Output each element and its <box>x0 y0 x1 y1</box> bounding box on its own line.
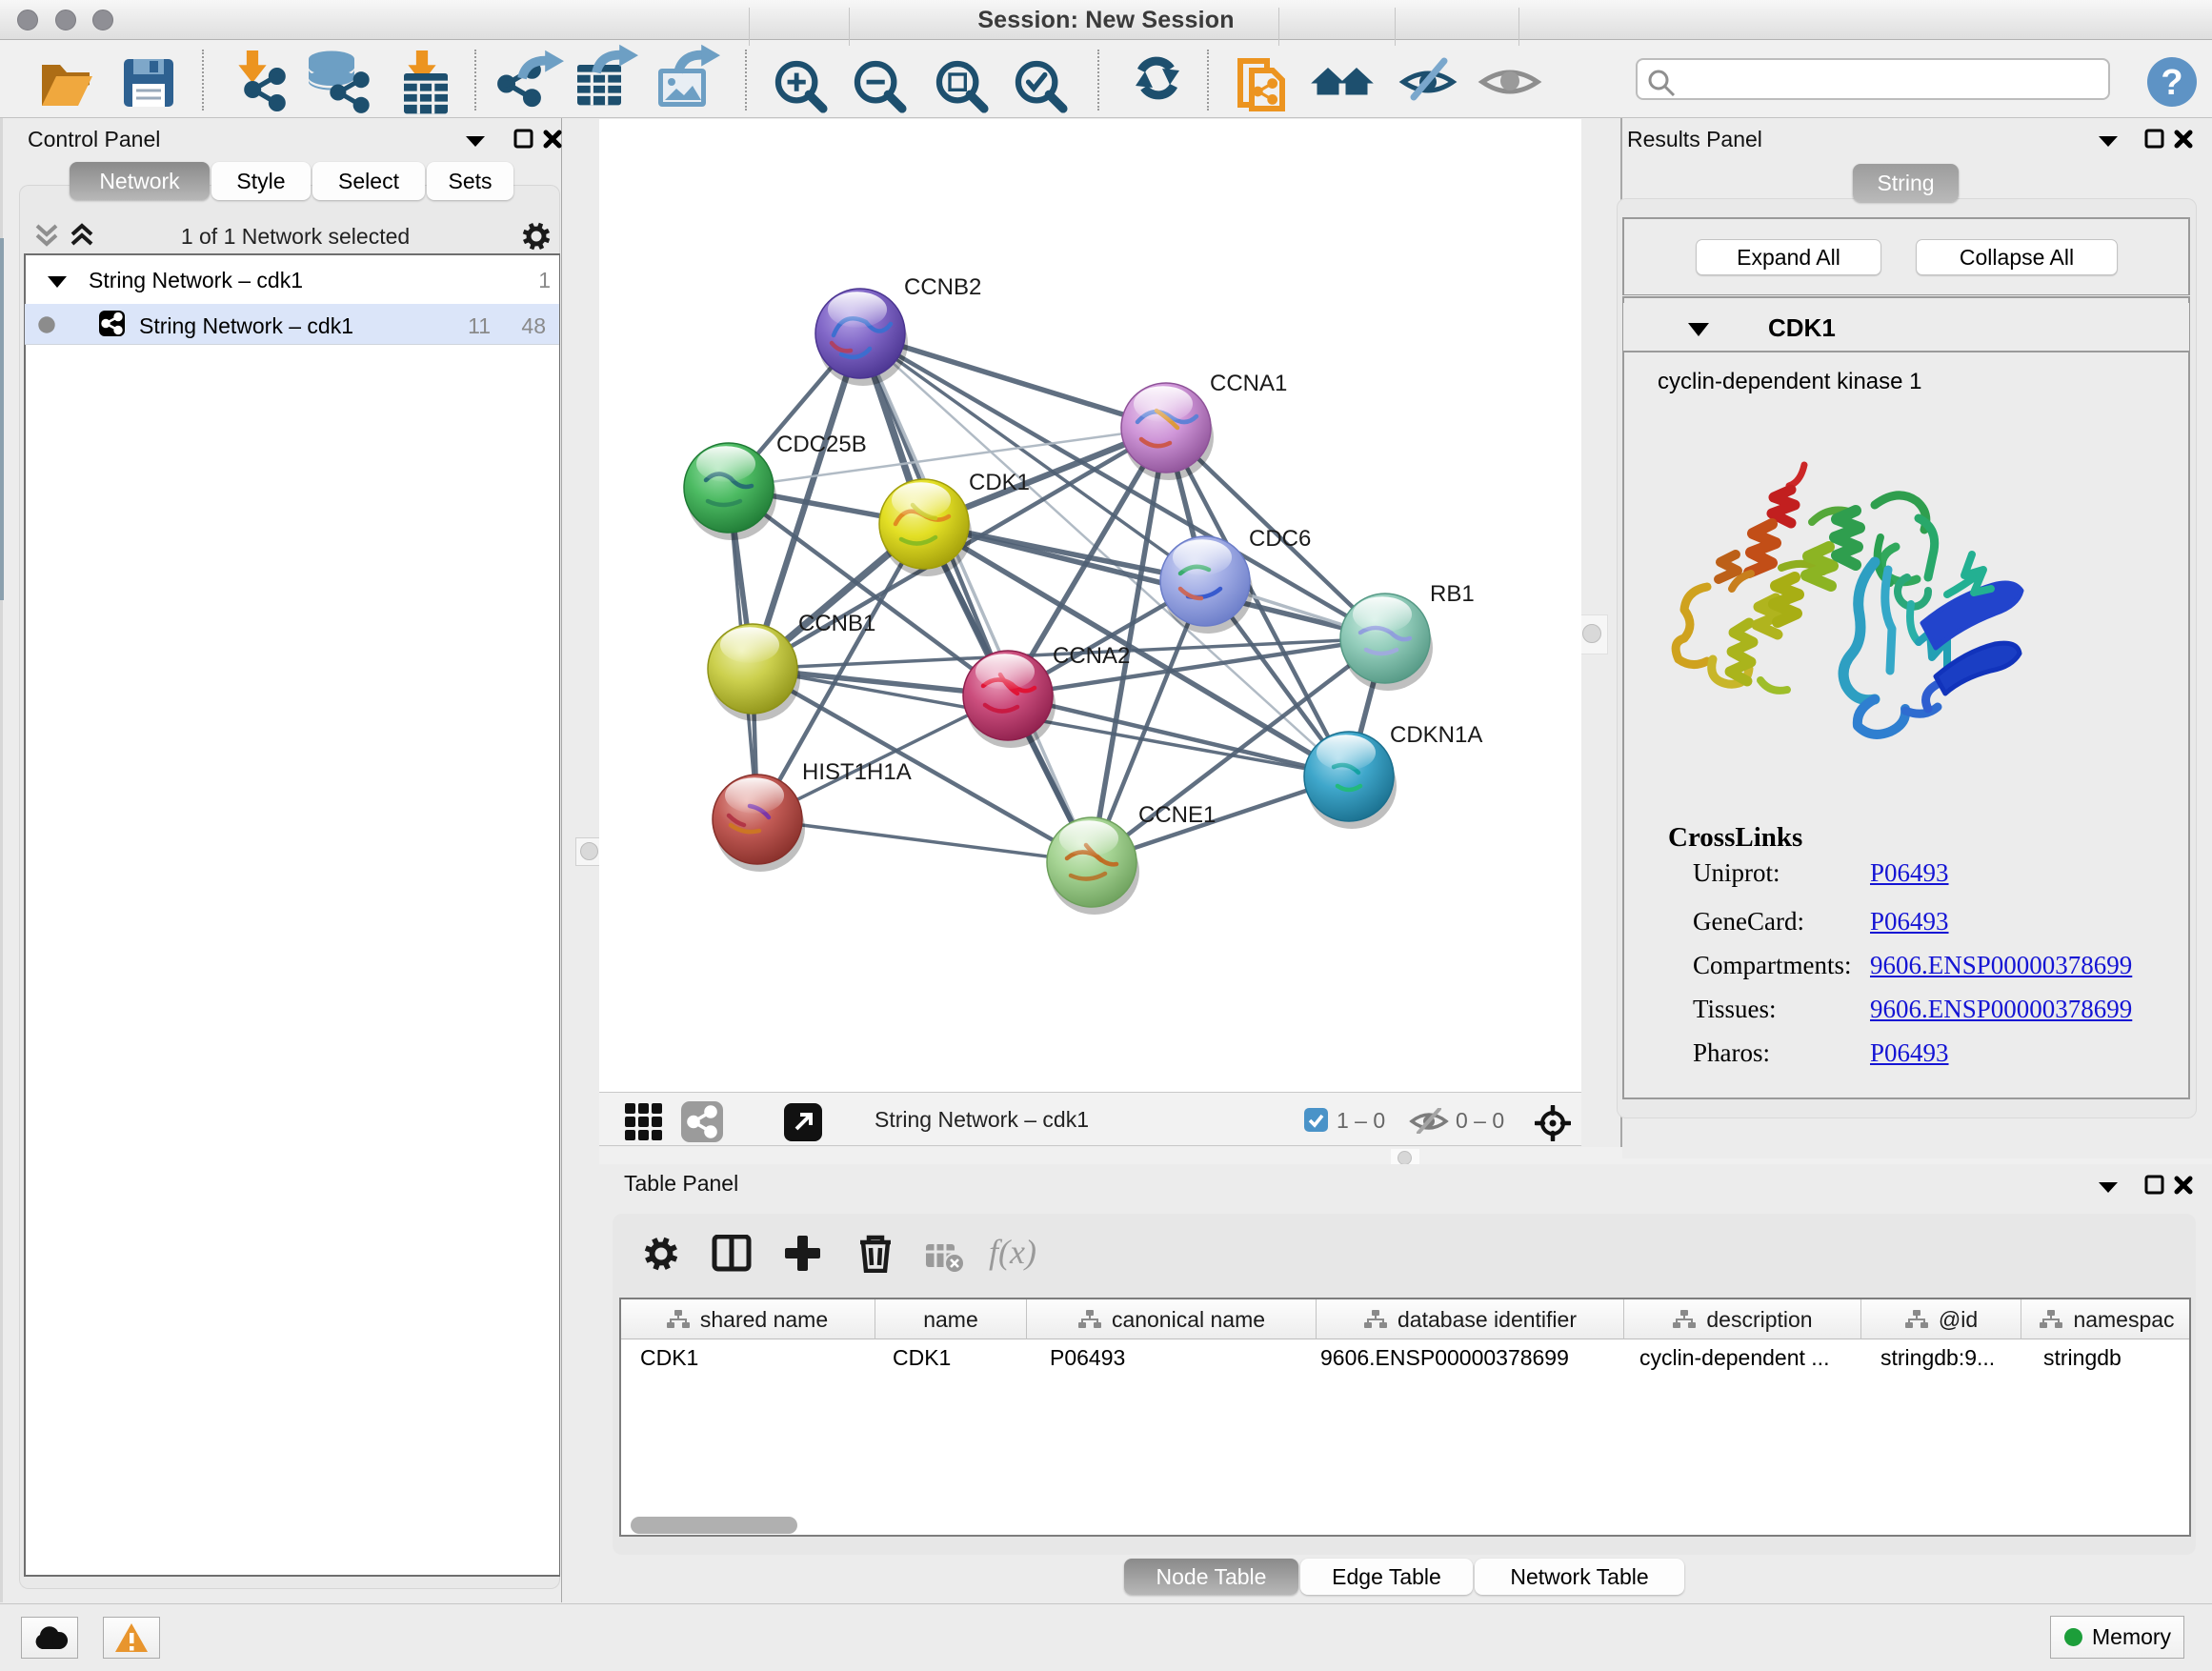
svg-text:CCNA2: CCNA2 <box>1053 643 1130 669</box>
svg-text:CDK1: CDK1 <box>969 470 1030 495</box>
svg-text:CDKN1A: CDKN1A <box>1390 722 1482 748</box>
svg-text:CCNB2: CCNB2 <box>904 274 981 300</box>
svg-text:RB1: RB1 <box>1430 581 1475 607</box>
svg-text:f(x): f(x) <box>989 1235 1036 1271</box>
svg-text:HIST1H1A: HIST1H1A <box>802 759 912 785</box>
svg-text:?: ? <box>2161 63 2182 103</box>
svg-text:CCNE1: CCNE1 <box>1138 802 1216 828</box>
svg-text:CCNA1: CCNA1 <box>1210 371 1287 396</box>
svg-text:CDC25B: CDC25B <box>776 432 867 457</box>
svg-text:CDC6: CDC6 <box>1249 526 1311 552</box>
svg-text:CCNB1: CCNB1 <box>798 611 875 636</box>
